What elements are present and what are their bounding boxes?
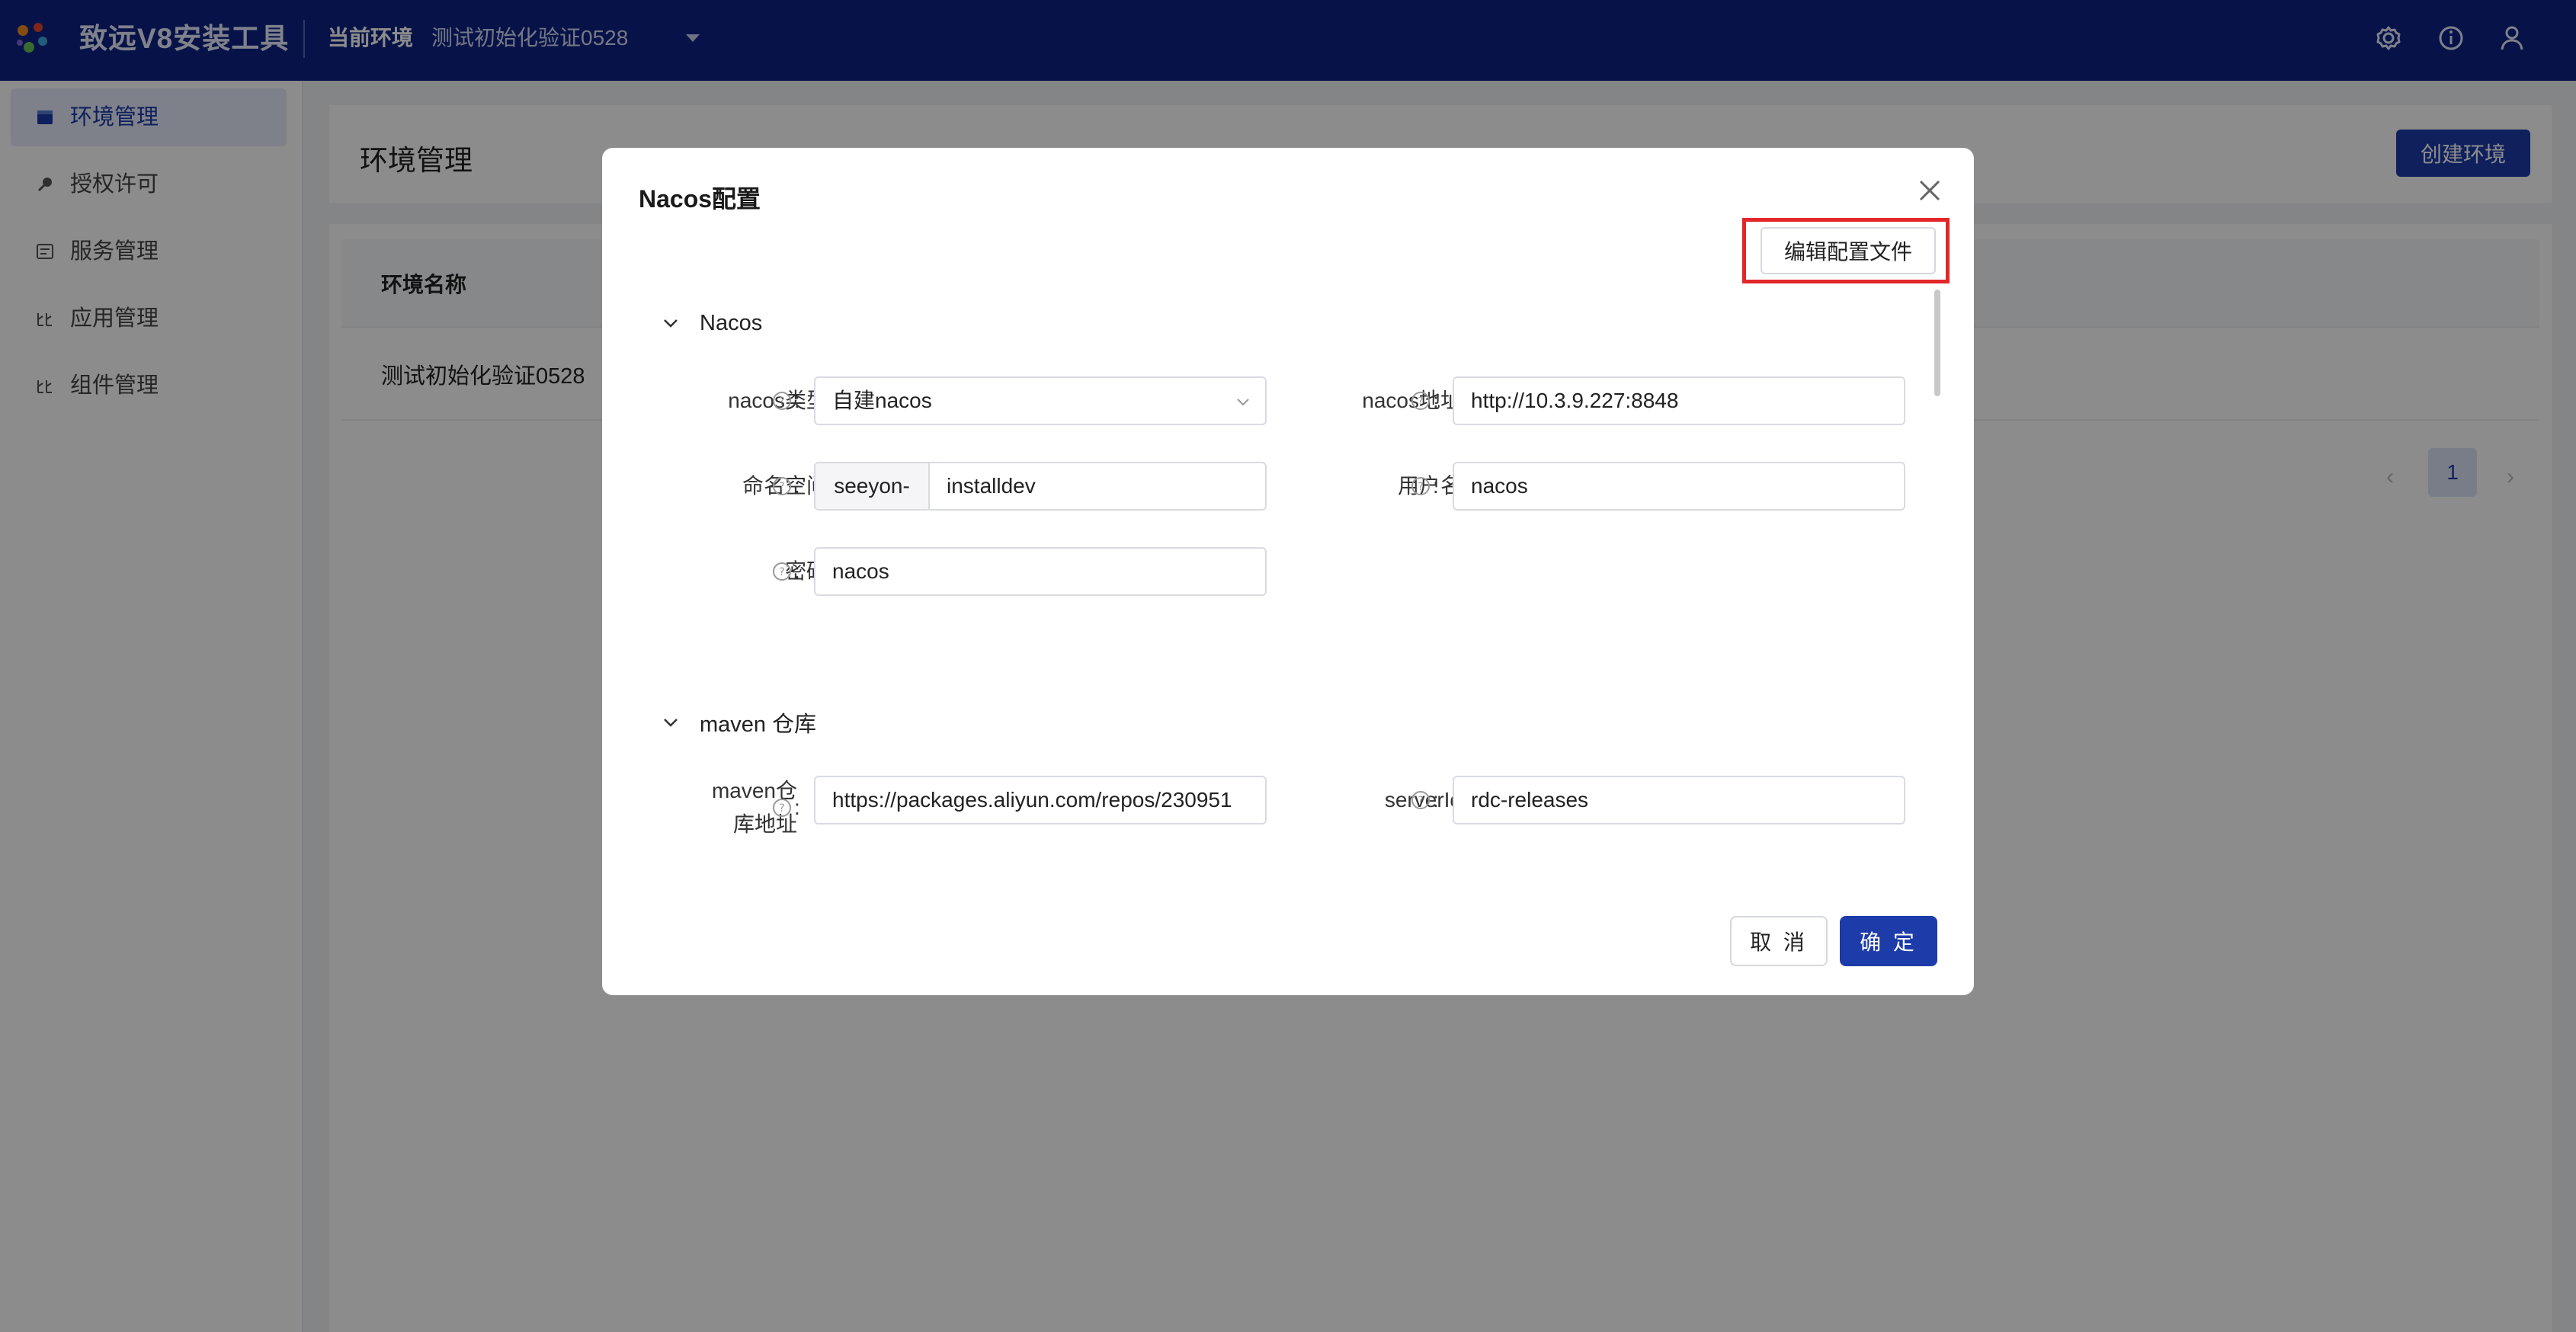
help-icon[interactable]: ?: [771, 475, 793, 497]
help-icon[interactable]: ?: [1410, 390, 1431, 411]
chevron-down-icon: [664, 319, 678, 328]
field-label-nacos-type: nacos类型: [728, 389, 828, 412]
label-colon: :: [794, 796, 800, 819]
nacos-type-select[interactable]: 自建nacos: [814, 376, 1267, 425]
field-label-namespace: 命名空间: [742, 474, 828, 498]
label-colon: :: [1433, 474, 1439, 498]
nacos-address-input[interactable]: http://10.3.9.227:8848: [1453, 376, 1905, 425]
section-header-nacos[interactable]: Nacos: [662, 308, 762, 338]
modal-title: Nacos配置: [639, 185, 761, 213]
field-label-password: 密码: [784, 559, 828, 583]
help-icon[interactable]: ?: [771, 561, 793, 582]
maven-repo-url-input[interactable]: https://packages.aliyun.com/repos/230951: [814, 776, 1267, 824]
cancel-button[interactable]: 取 消: [1730, 916, 1828, 966]
svg-text:?: ?: [779, 802, 784, 815]
username-input[interactable]: nacos: [1453, 462, 1905, 511]
namespace-prefix: seeyon-: [814, 462, 930, 511]
edit-config-file-button[interactable]: 编辑配置文件: [1761, 227, 1936, 274]
section-label: Nacos: [700, 310, 763, 335]
chevron-down-icon: [664, 719, 678, 727]
namespace-input[interactable]: installdev: [928, 462, 1267, 511]
svg-text:?: ?: [1418, 795, 1423, 807]
label-colon: :: [1433, 389, 1439, 412]
svg-text:?: ?: [779, 566, 784, 578]
svg-text:?: ?: [1418, 481, 1423, 493]
help-icon[interactable]: ?: [1410, 789, 1431, 811]
label-colon: :: [794, 474, 800, 498]
help-icon[interactable]: ?: [1410, 475, 1431, 497]
label-colon: :: [1433, 788, 1439, 812]
section-label: maven 仓库: [700, 712, 817, 737]
scrollbar-thumb[interactable]: [1934, 290, 1940, 396]
confirm-button[interactable]: 确 定: [1840, 916, 1937, 966]
password-input[interactable]: nacos: [814, 547, 1267, 596]
help-icon[interactable]: ?: [771, 390, 793, 411]
label-colon: :: [794, 389, 800, 412]
close-icon[interactable]: [1914, 175, 1945, 206]
chevron-down-icon: [1237, 399, 1249, 406]
nacos-config-modal: Nacos配置 编辑配置文件 Nacos nacos类型 ? : 自建nacos…: [602, 148, 1974, 995]
svg-text:?: ?: [1418, 395, 1423, 408]
section-header-maven[interactable]: maven 仓库: [662, 707, 816, 738]
svg-text:?: ?: [779, 481, 784, 493]
label-colon: :: [794, 559, 800, 583]
server-id-input[interactable]: rdc-releases: [1453, 776, 1905, 824]
svg-text:?: ?: [779, 395, 784, 408]
help-icon[interactable]: ?: [771, 797, 793, 818]
